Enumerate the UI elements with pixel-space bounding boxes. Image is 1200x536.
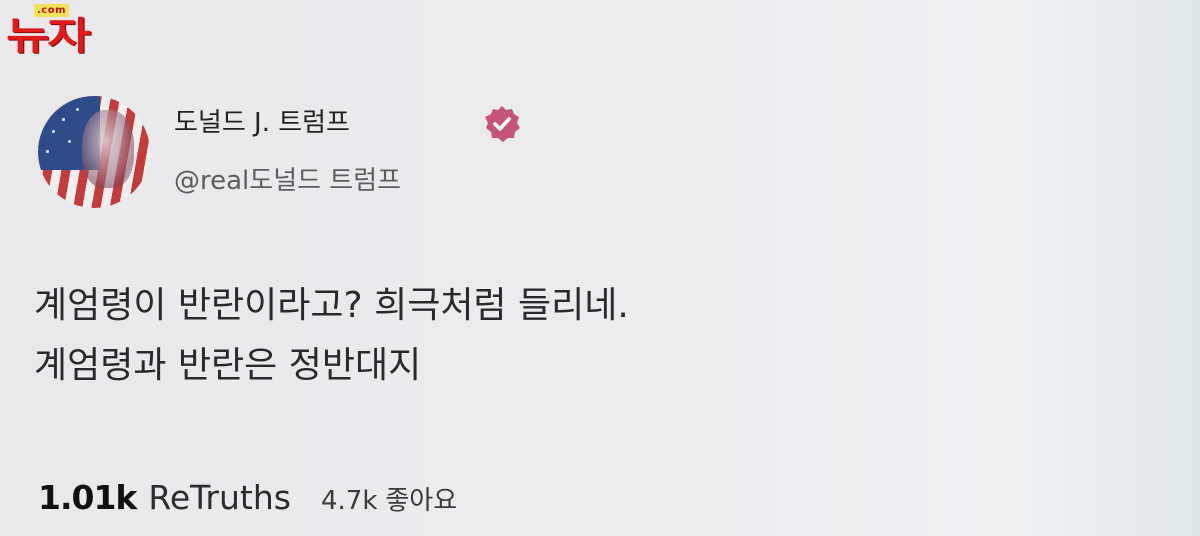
retruths-count[interactable]: 1.01k	[38, 478, 137, 517]
likes-label[interactable]: 좋아요	[385, 480, 457, 517]
post-stats: 1.01k ReTruths 4.7k 좋아요	[38, 478, 457, 528]
author-handle[interactable]: @real도널드 트럼프	[174, 164, 401, 198]
retruths-label[interactable]: ReTruths	[148, 478, 291, 517]
post-text-line: 계엄령이 반란이라고? 희극처럼 들리네.	[34, 285, 629, 326]
avatar[interactable]	[38, 96, 150, 208]
avatar-portrait	[82, 110, 134, 188]
avatar-star	[68, 140, 71, 143]
post-body: 계엄령이 반란이라고? 희극처럼 들리네. 계엄령과 반란은 정반대지	[34, 276, 629, 396]
avatar-star	[76, 108, 79, 111]
avatar-star	[48, 110, 51, 113]
likes-count[interactable]: 4.7k	[321, 486, 377, 516]
post-text-line: 계엄령과 반란은 정반대지	[34, 345, 422, 386]
watermark-brand: 뉴자	[6, 14, 91, 58]
avatar-star	[62, 118, 65, 121]
avatar-star	[52, 130, 55, 133]
truth-post-card: 도널드 J. 트럼프 @real도널드 트럼프 계엄령이 반란이라고? 희극처럼…	[0, 80, 1200, 536]
avatar-star	[46, 150, 49, 153]
verified-badge-icon	[485, 106, 520, 142]
author-display-name[interactable]: 도널드 J. 트럼프	[174, 106, 350, 140]
site-watermark-logo: .com 뉴자	[6, 4, 148, 60]
